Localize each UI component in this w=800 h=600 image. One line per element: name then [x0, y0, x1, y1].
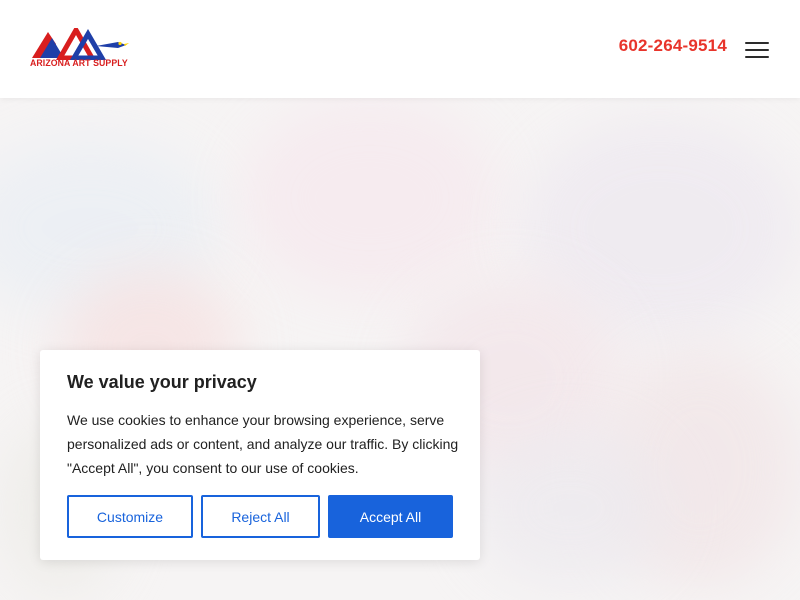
reject-all-button[interactable]: Reject All [201, 495, 320, 538]
menu-line-icon [745, 42, 769, 44]
phone-link[interactable]: 602-264-9514 [619, 36, 727, 56]
logo-mountains-icon [32, 28, 129, 60]
site-logo[interactable]: ARIZONA ART SUPPLY [30, 28, 130, 70]
menu-line-icon [745, 49, 769, 51]
menu-line-icon [745, 56, 769, 58]
site-header: ARIZONA ART SUPPLY 602-264-9514 [0, 0, 800, 98]
accept-all-button[interactable]: Accept All [328, 495, 453, 538]
logo-text: ARIZONA ART SUPPLY [30, 58, 128, 69]
cookie-title: We value your privacy [67, 372, 257, 392]
hamburger-menu-icon[interactable] [745, 38, 771, 60]
cookie-description: We use cookies to enhance your browsing … [67, 412, 459, 476]
customize-button[interactable]: Customize [67, 495, 193, 538]
cookie-consent-dialog: We value your privacy We use cookies to … [40, 350, 480, 560]
